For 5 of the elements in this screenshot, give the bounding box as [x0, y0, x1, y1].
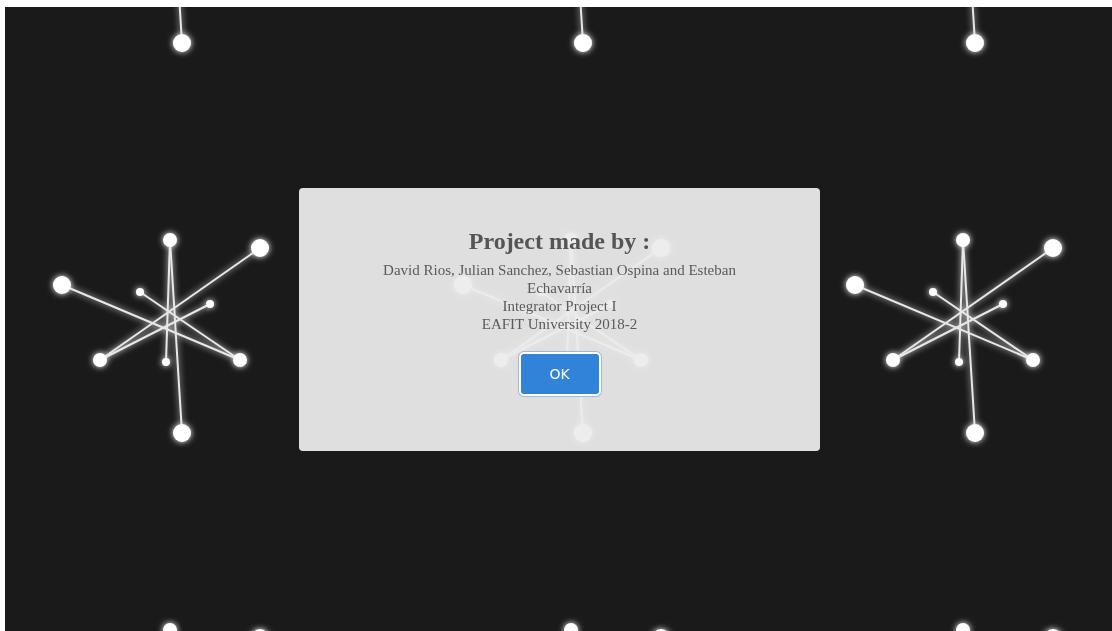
ok-button[interactable]: OK: [518, 352, 601, 396]
dialog-text: EAFIT University 2018-2: [481, 315, 638, 333]
dialog-text: David Rios, Julian Sanchez, Sebastian Ospina and Esteban Echavarría: [382, 261, 737, 297]
dialog-text: Integrator Project I: [502, 297, 617, 315]
dialog-title: Project made by :: [468, 228, 651, 255]
